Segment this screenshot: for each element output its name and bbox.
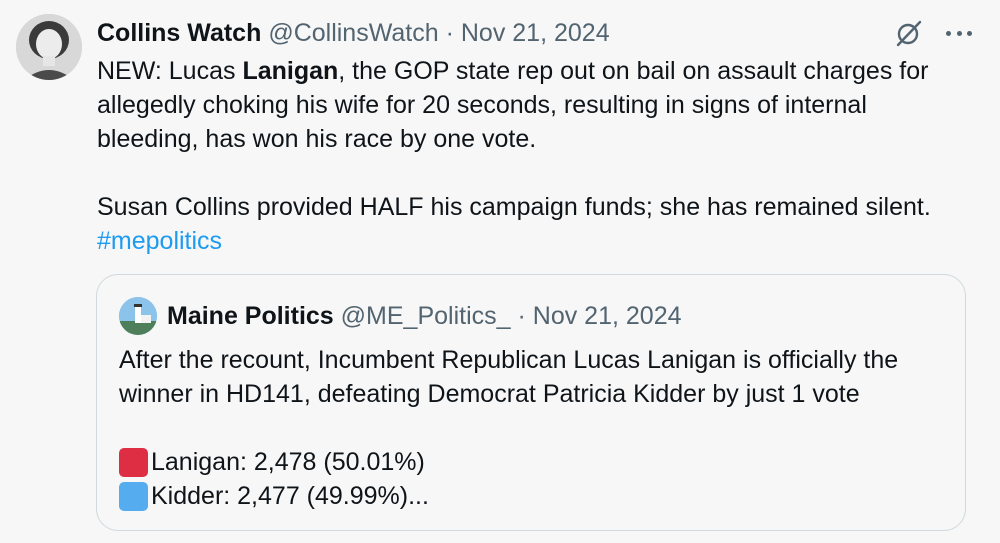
red-square-icon <box>119 447 148 477</box>
separator-dot: · <box>517 302 526 330</box>
tweet-text-line: Susan Collins provided HALF his campaign… <box>97 193 931 221</box>
quote-date[interactable]: Nov 21, 2024 <box>533 302 682 330</box>
quote-author-name[interactable]: Maine Politics <box>167 302 334 330</box>
text-segment: NEW: Lucas <box>97 57 243 85</box>
bold-name: Lanigan <box>242 57 339 85</box>
tweet-text: NEW: Lucas Lanigan, the GOP state rep ou… <box>97 54 977 258</box>
quote-text: After the recount, Incumbent Republican … <box>119 343 898 513</box>
result-lanigan: Lanigan: 2,478 (50.01%) <box>119 445 898 479</box>
blue-square-icon <box>119 481 148 511</box>
hashtag-link[interactable]: #mepolitics <box>97 227 222 255</box>
dot <box>946 30 951 36</box>
quoted-tweet[interactable]: Maine Politics @ME_Politics_ · Nov 21, 2… <box>96 274 966 531</box>
tweet-actions <box>894 18 972 48</box>
result-text: Lanigan: 2,478 (50.01%) <box>151 448 425 476</box>
tweet-text-line: NEW: Lucas Lanigan, the GOP state rep ou… <box>97 54 977 88</box>
author-name[interactable]: Collins Watch <box>97 19 261 47</box>
avatar[interactable] <box>16 14 82 80</box>
tweet-date[interactable]: Nov 21, 2024 <box>461 19 610 47</box>
dot <box>967 30 972 36</box>
text-segment: , the GOP state rep out on bail on assau… <box>338 57 929 85</box>
tweet-text-line: allegedly choking his wife for 20 second… <box>97 91 867 119</box>
quote-avatar[interactable] <box>119 297 157 335</box>
quote-header: Maine Politics @ME_Politics_ · Nov 21, 2… <box>167 301 682 331</box>
grok-icon[interactable] <box>894 18 924 48</box>
tweet: Collins Watch @CollinsWatch · Nov 21, 20… <box>0 0 1000 543</box>
quote-author-handle[interactable]: @ME_Politics_ <box>341 302 511 330</box>
quote-text-line: After the recount, Incumbent Republican … <box>119 346 899 374</box>
tweet-text-line: bleeding, has won his race by one vote. <box>97 125 537 153</box>
quote-text-line: winner in HD141, defeating Democrat Patr… <box>119 380 860 408</box>
more-icon[interactable] <box>946 18 972 48</box>
tweet-header: Collins Watch @CollinsWatch · Nov 21, 20… <box>97 18 610 48</box>
result-text: Kidder: 2,477 (49.99%)... <box>151 482 429 510</box>
author-handle[interactable]: @CollinsWatch <box>268 19 438 47</box>
separator-dot: · <box>445 19 454 47</box>
result-kidder: Kidder: 2,477 (49.99%)... <box>119 479 898 513</box>
dot <box>956 30 962 36</box>
